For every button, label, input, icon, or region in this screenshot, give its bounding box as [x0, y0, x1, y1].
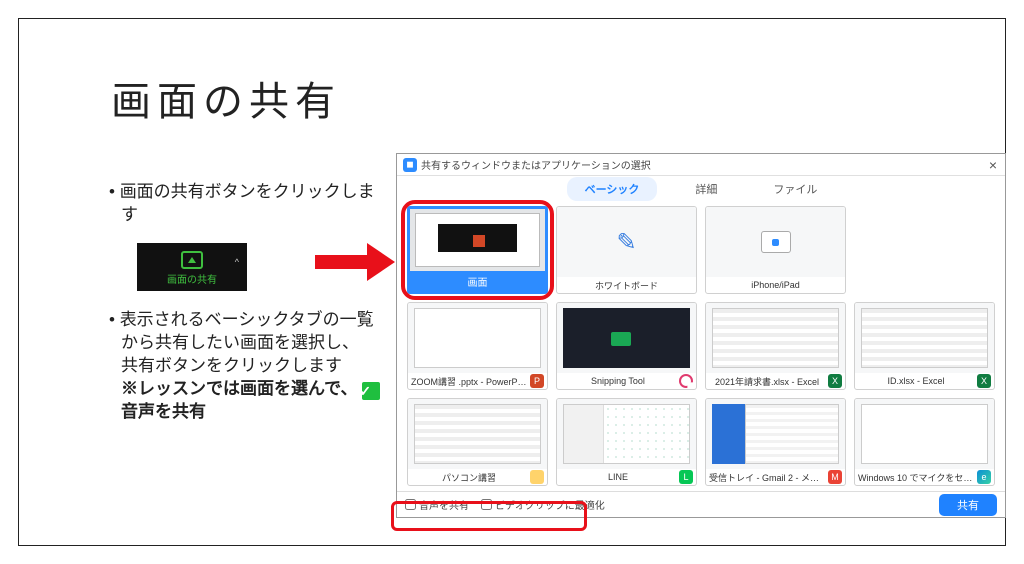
share-screen-button-label: 画面の共有	[167, 271, 217, 286]
dialog-titlebar: ◼ 共有するウィンドウまたはアプリケーションの選択 ×	[397, 154, 1005, 176]
chevron-up-icon: ^	[235, 257, 239, 267]
red-arrow	[315, 237, 395, 285]
tile-gmail[interactable]: 受信トレイ - Gmail 2 - メールM	[705, 398, 846, 486]
share-screen-button-demo[interactable]: ^ 画面の共有	[137, 243, 247, 291]
highlight-ring-screen	[401, 200, 554, 300]
bullet-step-1: 画面の共有ボタンをクリックします	[109, 181, 389, 227]
tab-advanced[interactable]: 詳細	[677, 177, 735, 201]
tile-explorer-folder[interactable]: パソコン講習	[407, 398, 548, 486]
tile-iphone-ipad[interactable]: iPhone/iPad	[705, 206, 846, 294]
tile-line[interactable]: LINEL	[556, 398, 697, 486]
airplay-icon	[761, 231, 791, 253]
slide-frame: 画面の共有 画面の共有ボタンをクリックします ^ 画面の共有 表示されるベーシッ…	[18, 18, 1006, 546]
pen-icon: ✎	[616, 228, 636, 257]
tab-files[interactable]: ファイル	[755, 177, 835, 201]
share-button[interactable]: 共有	[939, 494, 997, 516]
tile-powerpoint[interactable]: ZOOM講習 .pptx - PowerPointP	[407, 302, 548, 390]
bullet-step-2-line2: 共有ボタンをクリックします	[121, 356, 342, 375]
bullet-step-2: 表示されるベーシックタブの一覧から共有したい画面を選択し、 共有ボタンをクリック…	[109, 309, 389, 424]
folder-icon	[530, 470, 544, 484]
bullet-step-2-line1: 表示されるベーシックタブの一覧から共有したい画面を選択し、	[120, 310, 374, 352]
close-icon[interactable]: ×	[989, 157, 997, 173]
tile-whiteboard[interactable]: ✎ ホワイトボード	[556, 206, 697, 294]
excel-icon: X	[828, 374, 842, 388]
highlight-ring-share-audio	[391, 501, 587, 531]
edge-icon: e	[977, 470, 991, 484]
bullet-step-2-note: ※レッスンでは画面を選んで、 ✓ 音声を共有	[121, 379, 380, 421]
share-source-grid: 画面 ✎ ホワイトボード iPhone/iPad ZOOM講習 .pptx - …	[397, 202, 1005, 490]
share-screen-icon	[181, 251, 203, 269]
tile-excel-invoice[interactable]: 2021年請求書.xlsx - ExcelX	[705, 302, 846, 390]
line-app-icon: L	[679, 470, 693, 484]
tile-excel-id[interactable]: ID.xlsx - ExcelX	[854, 302, 995, 390]
check-icon: ✓	[362, 382, 380, 400]
share-dialog: ◼ 共有するウィンドウまたはアプリケーションの選択 × ベーシック 詳細 ファイ…	[396, 153, 1006, 518]
page-title: 画面の共有	[111, 69, 341, 127]
scissors-icon	[679, 374, 693, 388]
dialog-title: 共有するウィンドウまたはアプリケーションの選択	[421, 157, 651, 172]
powerpoint-icon: P	[530, 374, 544, 388]
mail-icon: M	[828, 470, 842, 484]
instruction-list: 画面の共有ボタンをクリックします ^ 画面の共有 表示されるベーシックタブの一覧…	[109, 181, 389, 440]
zoom-app-icon: ◼	[403, 158, 417, 172]
tile-edge-browser[interactable]: Windows 10 でマイクをセットアッ...e	[854, 398, 995, 486]
tile-snipping-tool[interactable]: Snipping Tool	[556, 302, 697, 390]
dialog-tabs: ベーシック 詳細 ファイル	[397, 176, 1005, 202]
excel-icon: X	[977, 374, 991, 388]
tab-basic[interactable]: ベーシック	[567, 177, 658, 201]
